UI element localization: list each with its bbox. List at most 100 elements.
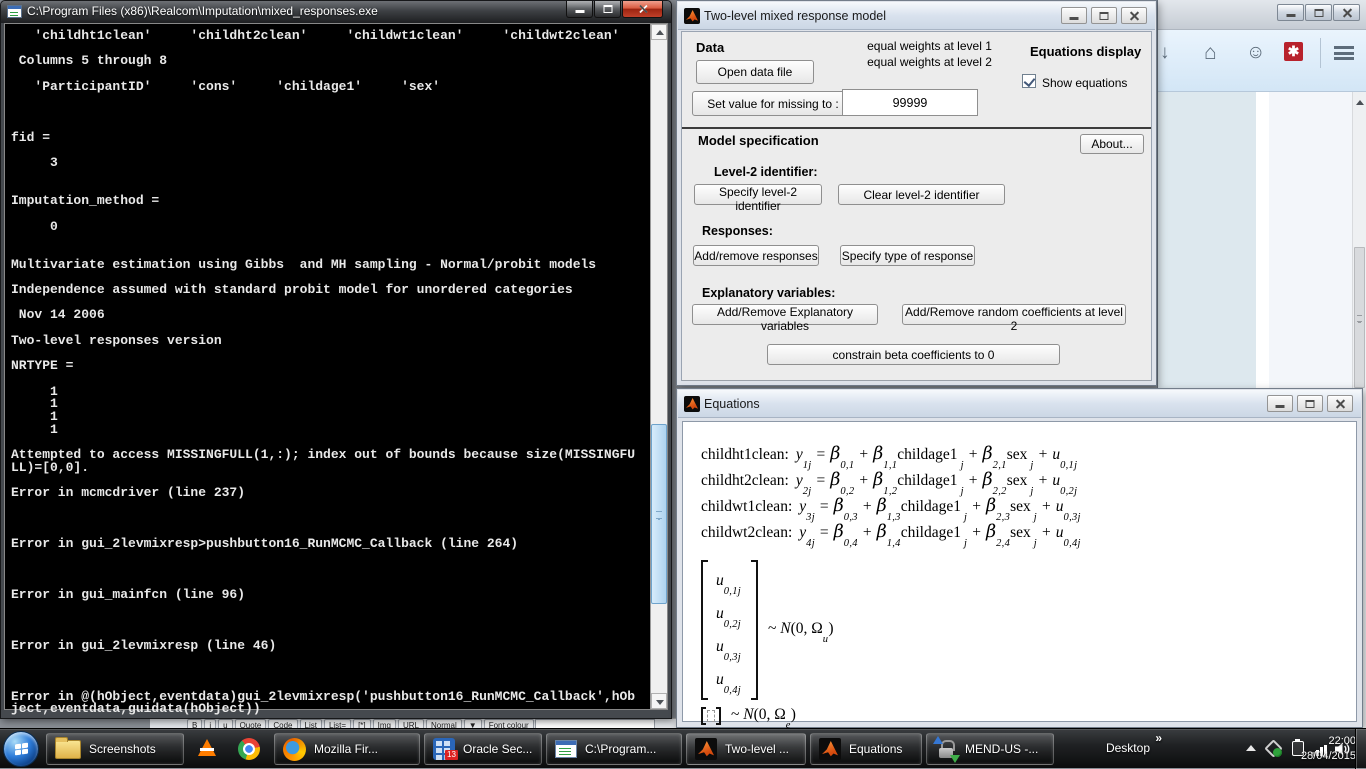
close-button[interactable] <box>622 1 663 18</box>
format-button[interactable]: [*] <box>353 719 371 728</box>
close-button[interactable] <box>1121 7 1147 24</box>
responses-label: Responses: <box>702 224 773 238</box>
u-entry: u0,3j <box>716 630 741 663</box>
format-button[interactable]: Normal <box>426 719 462 728</box>
show-equations-checkbox[interactable] <box>1022 74 1036 88</box>
open-data-file-button[interactable]: Open data file <box>696 60 814 84</box>
taskbar-item-label: Screenshots <box>89 742 156 756</box>
format-button[interactable]: i <box>204 719 216 728</box>
download-arrow-icon <box>950 755 960 763</box>
minimize-button[interactable] <box>1277 4 1304 21</box>
console-icon <box>555 740 577 758</box>
scrollbar-thumb[interactable] <box>1354 247 1365 388</box>
taskbar-item-oracle[interactable]: 13Oracle Sec... <box>424 733 542 765</box>
model-titlebar[interactable]: Two-level mixed response model <box>678 2 1155 30</box>
taskbar-item-console[interactable]: C:\Program... <box>546 733 682 765</box>
forum-editor-toolbar: BiuQuoteCodeListList=[*]ImgURLNormal▼Fon… <box>150 718 676 728</box>
format-button[interactable]: List <box>300 719 322 728</box>
taskbar-item-firefox[interactable]: Mozilla Fir... <box>274 733 420 765</box>
u-entry: u0,4j <box>716 663 741 696</box>
format-button[interactable]: URL <box>398 719 424 728</box>
clock-time: 22:00 <box>1301 734 1356 749</box>
show-hidden-icons[interactable] <box>1246 745 1256 751</box>
format-button[interactable]: List= <box>324 719 351 728</box>
format-button[interactable]: Code <box>268 719 297 728</box>
maximize-button[interactable] <box>1305 4 1332 21</box>
console-titlebar[interactable]: C:\Program Files (x86)\Realcom\Imputatio… <box>1 1 671 23</box>
matlab-icon <box>684 396 700 412</box>
editor-text-field[interactable] <box>535 719 655 728</box>
desktop-toolbar-label[interactable]: Desktop <box>1106 741 1150 755</box>
home-icon[interactable]: ⌂ <box>1204 42 1217 64</box>
console-title: C:\Program Files (x86)\Realcom\Imputatio… <box>27 4 378 18</box>
right-bracket <box>751 560 758 700</box>
u-vector-entries: u0,1ju0,2ju0,3ju0,4j <box>708 560 751 700</box>
start-button[interactable] <box>3 731 39 767</box>
equations-title: Equations <box>704 397 760 411</box>
chevron-icon[interactable]: » <box>1155 731 1162 745</box>
maximize-button[interactable] <box>1297 395 1323 412</box>
taskbar-item-vlc[interactable] <box>188 733 226 765</box>
equations-titlebar[interactable]: Equations <box>678 390 1361 418</box>
equation-row: childwt2clean:y4j=β0,4+β1,4childage1j+β2… <box>701 522 1081 548</box>
scrollbar-thumb[interactable] <box>651 424 667 604</box>
taskbar-item-mend-us[interactable]: MEND-US -... <box>926 733 1054 765</box>
feedback-smiley-icon[interactable]: ☺ <box>1246 42 1265 64</box>
lock-icon <box>935 738 957 760</box>
sync-tray-icon[interactable] <box>1266 741 1282 757</box>
taskbar-item-label: Two-level ... <box>725 742 789 756</box>
about-button[interactable]: About... <box>1080 134 1144 154</box>
taskbar-item-screenshots[interactable]: Screenshots <box>46 733 184 765</box>
format-button[interactable]: Img <box>373 719 396 728</box>
chrome-icon <box>238 738 260 760</box>
u-vector-matrix: u0,1ju0,2ju0,3ju0,4j ~ N(0, Ωu) <box>701 560 1081 700</box>
lastpass-icon[interactable]: ✱ <box>1284 42 1303 61</box>
taskbar-item-two-level[interactable]: Two-level ... <box>686 733 806 765</box>
taskbar-item-chrome[interactable] <box>230 733 270 765</box>
minimize-button[interactable] <box>1061 7 1087 24</box>
download-icon[interactable]: ↓ <box>1160 42 1170 64</box>
firefox-titlebar[interactable] <box>1158 0 1366 30</box>
set-missing-button[interactable]: Set value for missing to : <box>692 91 854 116</box>
equations-window: Equations childht1clean:y1j=β0,1+β1,1chi… <box>676 388 1363 728</box>
minimize-button[interactable] <box>1267 395 1293 412</box>
format-button[interactable]: Quote <box>235 719 267 728</box>
add-explanatory-button[interactable]: Add/Remove Explanatory variables <box>692 304 878 325</box>
clear-level2-button[interactable]: Clear level-2 identifier <box>838 184 1005 205</box>
equation-row: childht2clean:y2j=β0,2+β1,2childage1j+β2… <box>701 470 1081 496</box>
add-responses-button[interactable]: Add/remove responses <box>693 245 819 266</box>
close-button[interactable] <box>1333 4 1360 21</box>
taskbar-item-label: Oracle Sec... <box>463 742 532 756</box>
right-bracket <box>716 707 721 725</box>
clock[interactable]: 22:00 28/04/2015 <box>1301 734 1356 764</box>
format-button[interactable]: Font colour <box>484 719 534 728</box>
maximize-button[interactable] <box>594 1 621 18</box>
format-button[interactable]: u <box>218 719 232 728</box>
format-button[interactable]: B <box>187 719 202 728</box>
taskbar-items: Screenshots Mozilla Fir...13Oracle Sec...… <box>46 733 1058 765</box>
show-desktop-button[interactable] <box>1355 729 1366 769</box>
scroll-up-icon[interactable] <box>1356 100 1364 105</box>
equation-row: childht1clean:y1j=β0,1+β1,1childage1j+β2… <box>701 444 1081 470</box>
menu-hamburger-icon[interactable] <box>1334 46 1354 60</box>
clock-date: 28/04/2015 <box>1301 749 1356 764</box>
missing-value-input[interactable] <box>842 89 978 116</box>
explanatory-label: Explanatory variables: <box>702 286 835 300</box>
add-random-coeff-button[interactable]: Add/Remove random coefficients at level … <box>902 304 1126 325</box>
format-button[interactable]: ▼ <box>464 719 482 728</box>
scroll-down-button[interactable] <box>651 693 667 709</box>
u-entry: u0,2j <box>716 597 741 630</box>
specify-level2-button[interactable]: Specify level-2 identifier <box>694 184 822 205</box>
close-button[interactable] <box>1327 395 1353 412</box>
specify-type-button[interactable]: Specify type of response <box>840 245 975 266</box>
minimize-button[interactable] <box>566 1 593 18</box>
constrain-beta-button[interactable]: constrain beta coefficients to 0 <box>767 344 1060 365</box>
taskbar-item-equations[interactable]: Equations <box>810 733 922 765</box>
scroll-up-button[interactable] <box>651 24 667 40</box>
model-content: Data Open data file equal weights at lev… <box>681 31 1152 381</box>
maximize-button[interactable] <box>1091 7 1117 24</box>
weights-level1-label: equal weights at level 1 <box>832 39 1027 53</box>
console-scrollbar[interactable] <box>650 24 667 709</box>
u-entry: u0,1j <box>716 564 741 597</box>
matlab-icon <box>684 8 700 24</box>
